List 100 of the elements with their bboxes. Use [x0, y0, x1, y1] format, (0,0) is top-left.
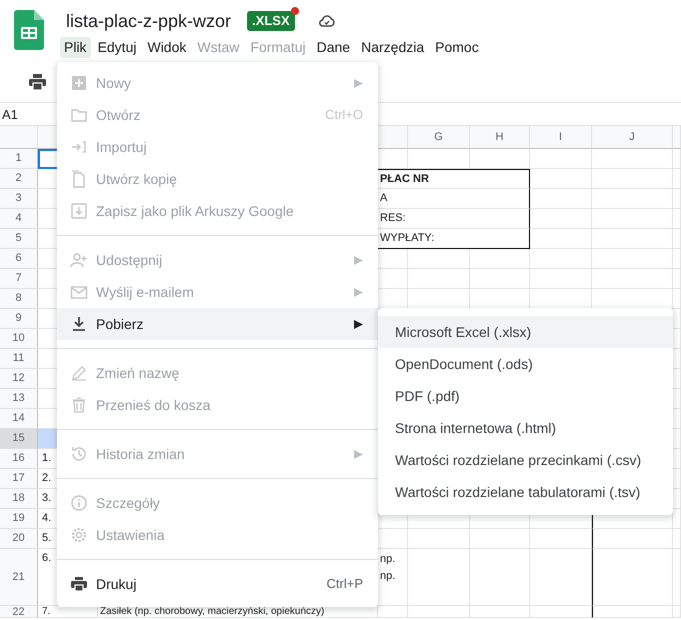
grid-cell[interactable] — [673, 189, 681, 209]
grid-cell[interactable] — [673, 169, 681, 189]
grid-cell[interactable] — [470, 606, 530, 618]
row-header[interactable]: 1 — [0, 149, 38, 169]
row-header[interactable]: 17 — [0, 469, 38, 489]
grid-cell[interactable] — [408, 249, 470, 269]
menu-bar-item[interactable]: Widok — [143, 37, 190, 58]
column-header[interactable]: J — [592, 126, 673, 149]
column-header[interactable]: H — [470, 126, 530, 149]
grid-cell[interactable] — [592, 269, 673, 289]
menu-item[interactable]: Drukuj Ctrl+P — [57, 568, 378, 600]
row-header[interactable]: 8 — [0, 289, 38, 309]
grid-cell[interactable] — [592, 549, 673, 606]
grid-cell[interactable] — [530, 529, 592, 549]
name-box[interactable]: A1 — [2, 107, 18, 122]
row-header[interactable]: 6 — [0, 249, 38, 269]
grid-cell[interactable] — [530, 229, 592, 249]
grid-cell[interactable] — [592, 606, 673, 618]
row-header[interactable]: 14 — [0, 409, 38, 429]
menu-bar-item[interactable]: Edytuj — [94, 37, 140, 58]
row-header[interactable]: 9 — [0, 309, 38, 329]
grid-cell[interactable] — [592, 189, 673, 209]
grid-cell[interactable] — [470, 549, 530, 606]
cloud-status-icon[interactable] — [318, 15, 335, 27]
row-header[interactable]: 20 — [0, 529, 38, 549]
row-header[interactable]: 22 — [0, 606, 38, 618]
grid-cell[interactable] — [408, 529, 470, 549]
column-header[interactable] — [673, 126, 681, 149]
row-header[interactable]: 10 — [0, 329, 38, 349]
row-header[interactable]: 18 — [0, 489, 38, 509]
menu-bar-item[interactable]: Plik — [60, 37, 91, 58]
row-header[interactable]: 21 — [0, 549, 38, 606]
grid-cell[interactable] — [673, 249, 681, 269]
row-header[interactable]: 19 — [0, 509, 38, 529]
submenu-item[interactable]: Microsoft Excel (.xlsx) — [378, 316, 673, 348]
submenu-item[interactable]: Strona internetowa (.html) — [378, 412, 673, 444]
grid-cell[interactable] — [673, 209, 681, 229]
row-header[interactable]: 2 — [0, 169, 38, 189]
cell-text: 2. — [42, 471, 52, 486]
document-title[interactable]: lista-plac-z-ppk-wzor — [66, 10, 232, 32]
grid-cell[interactable] — [673, 289, 681, 309]
row-header[interactable]: 5 — [0, 229, 38, 249]
grid-cell[interactable] — [530, 169, 592, 189]
menu-item[interactable]: Pobierz — [57, 308, 378, 340]
grid-cell[interactable] — [592, 169, 673, 189]
menu-bar-item[interactable]: Dane — [312, 37, 354, 58]
row-header[interactable]: 15 — [0, 429, 38, 449]
grid-cell[interactable] — [530, 549, 592, 606]
row-header[interactable]: 13 — [0, 389, 38, 409]
grid-cell[interactable] — [408, 149, 470, 169]
download-icon — [70, 315, 88, 333]
grid-cell[interactable]: PŁAC NR — [378, 169, 530, 189]
grid-cell[interactable] — [530, 149, 592, 169]
grid-cell[interactable] — [673, 269, 681, 289]
grid-cell[interactable] — [378, 606, 408, 618]
column-header[interactable] — [378, 126, 408, 149]
row-header[interactable]: 16 — [0, 449, 38, 469]
grid-cell[interactable] — [530, 189, 592, 209]
printer-icon[interactable] — [29, 74, 46, 90]
column-header[interactable]: G — [408, 126, 470, 149]
row-header[interactable]: 12 — [0, 369, 38, 389]
column-header[interactable]: I — [530, 126, 592, 149]
grid-cell[interactable] — [470, 249, 530, 269]
grid-cell[interactable] — [592, 529, 673, 549]
menu-bar-item[interactable]: Narzędzia — [357, 37, 428, 58]
sheets-logo-icon[interactable] — [14, 10, 44, 50]
corner-header[interactable] — [0, 126, 38, 149]
grid-cell[interactable] — [592, 209, 673, 229]
grid-cell[interactable] — [470, 529, 530, 549]
grid-cell[interactable] — [592, 149, 673, 169]
grid-cell[interactable] — [408, 549, 470, 606]
menu-bar-item[interactable]: Pomoc — [431, 37, 483, 58]
grid-cell[interactable] — [673, 549, 681, 606]
grid-cell[interactable] — [530, 209, 592, 229]
grid-cell[interactable] — [673, 149, 681, 169]
grid-cell[interactable] — [592, 229, 673, 249]
grid-cell[interactable] — [673, 529, 681, 549]
cell-text: 1. — [42, 451, 52, 466]
trash-icon — [70, 396, 88, 414]
submenu-item[interactable]: Wartości rozdzielane tabulatorami (.tsv) — [378, 476, 673, 508]
submenu-item[interactable]: PDF (.pdf) — [378, 380, 673, 412]
grid-cell[interactable] — [408, 269, 470, 289]
cell-text: 7. — [42, 606, 50, 618]
grid-cell[interactable] — [470, 269, 530, 289]
grid-cell[interactable] — [408, 606, 470, 618]
grid-cell[interactable] — [530, 249, 592, 269]
grid-cell[interactable] — [592, 249, 673, 269]
grid-cell[interactable] — [530, 606, 592, 618]
row-header[interactable]: 4 — [0, 209, 38, 229]
row-header[interactable]: 11 — [0, 349, 38, 369]
grid-cell[interactable] — [673, 229, 681, 249]
grid-cell[interactable] — [530, 269, 592, 289]
row-header[interactable]: 3 — [0, 189, 38, 209]
settings-icon — [70, 526, 88, 544]
submenu-item[interactable]: Wartości rozdzielane przecinkami (.csv) — [378, 444, 673, 476]
printer-icon — [70, 575, 88, 593]
grid-cell[interactable] — [673, 606, 681, 618]
submenu-item[interactable]: OpenDocument (.ods) — [378, 348, 673, 380]
grid-cell[interactable] — [470, 149, 530, 169]
row-header[interactable]: 7 — [0, 269, 38, 289]
